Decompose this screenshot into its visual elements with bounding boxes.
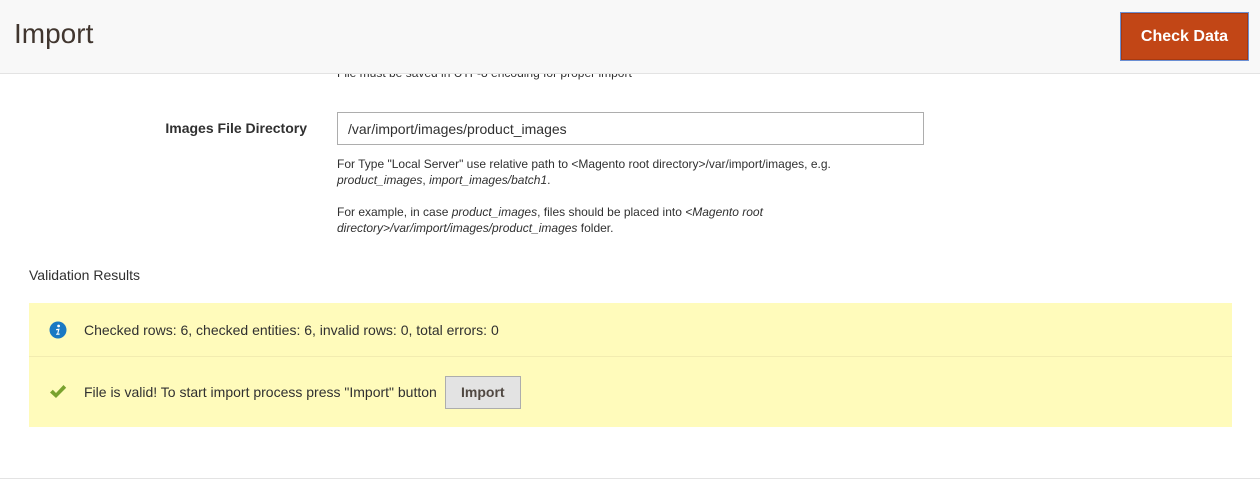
info-message: Checked rows: 6, checked entities: 6, in… xyxy=(29,303,1232,357)
validation-messages: Checked rows: 6, checked entities: 6, in… xyxy=(29,303,1232,427)
page-title: Import xyxy=(14,18,94,49)
success-message-text: File is valid! To start import process p… xyxy=(84,384,437,400)
images-dir-note-2: For example, in case product_images, fil… xyxy=(337,205,763,235)
images-dir-label: Images File Directory xyxy=(165,120,307,136)
import-button[interactable]: Import xyxy=(444,375,521,409)
import-page: File must be saved in UTF-8 encoding for… xyxy=(0,0,1260,482)
validation-results-title: Validation Results xyxy=(29,267,141,283)
check-data-button[interactable]: Check Data xyxy=(1120,12,1249,61)
checkmark-icon xyxy=(49,383,67,401)
images-dir-note-1: For Type "Local Server" use relative pat… xyxy=(337,157,831,187)
info-message-text: Checked rows: 6, checked entities: 6, in… xyxy=(84,321,499,338)
page-header: Import Check Data xyxy=(0,0,1260,74)
images-dir-input[interactable] xyxy=(337,112,924,145)
success-message: File is valid! To start import process p… xyxy=(29,357,1232,427)
info-circle-icon xyxy=(49,321,67,339)
divider xyxy=(0,478,1260,479)
